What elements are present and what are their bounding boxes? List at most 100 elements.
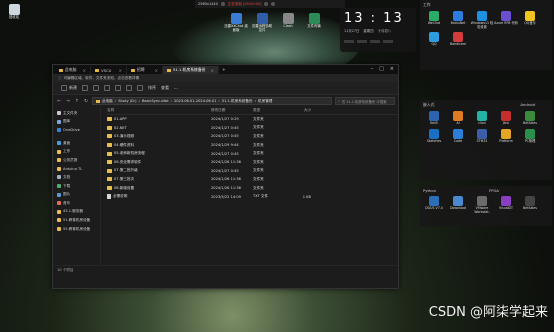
column-type[interactable]: 类型 [253, 108, 285, 113]
panel-item-betsales[interactable]: BetSales [518, 111, 542, 126]
sidebar-item-server[interactable]: 43.1.服务器 [53, 208, 100, 217]
info-icon: ⓘ [58, 75, 62, 80]
sidebar-item-desktop[interactable]: 桌面 [53, 139, 100, 148]
tab-this-pc[interactable]: 此电脑 × [55, 66, 91, 74]
folder-icon [107, 143, 112, 148]
table-row[interactable]: 02.NET 2024/1/27 0:45 文件夹 [107, 124, 398, 133]
share-icon[interactable] [126, 85, 132, 91]
panel-item-betsales-2[interactable]: BetSales [518, 196, 542, 214]
sidebar-item-lab1[interactable]: 51.教育机房设备 [53, 216, 100, 225]
panel-item-code[interactable]: Code [446, 128, 470, 144]
column-date[interactable]: 修改日期 [211, 108, 253, 113]
table-row[interactable]: 01.APP 2024/1/27 0:29 文件夹 [107, 115, 398, 124]
settings-icon[interactable] [271, 2, 276, 6]
sidebar-item-work[interactable]: 工作 [53, 147, 100, 156]
panel-item-clion[interactable]: clion [470, 111, 494, 126]
panel-item-baidunet[interactable]: BaiduNet [446, 11, 470, 29]
desktop-icon-recycle-bin[interactable]: 回收站 [2, 4, 26, 20]
panel-item-windows[interactable]: Windows11 轻松设置 [470, 11, 494, 29]
sidebar-item-pictures[interactable]: 图片 [53, 190, 100, 199]
address-bar[interactable]: 此电脑 › Study (D:) › BasicSync.disk › 2023.06… [92, 97, 332, 105]
table-row[interactable]: 06.安全需求软件 2024/1/26 11:36 文件夹 [107, 158, 398, 167]
panel-item-qqmusic[interactable]: QQ音乐 [518, 11, 542, 29]
sidebar-item-civil[interactable]: 公务员报 [53, 156, 100, 165]
panel-item-stm32[interactable]: STM32 [470, 128, 494, 144]
cut-icon[interactable] [82, 85, 88, 91]
table-row[interactable]: 07.第二批升级 2024/1/27 0:45 文件夹 [107, 167, 398, 176]
delete-icon[interactable] [137, 85, 143, 91]
desktop-icon-0[interactable]: 迅雷XXChat 桌面版 [224, 13, 248, 33]
close-icon[interactable]: × [119, 68, 122, 73]
rename-icon[interactable] [115, 85, 121, 91]
panel-item-ai[interactable]: AI [446, 111, 470, 126]
panel-item-jlink[interactable]: Jlink [494, 111, 518, 126]
panel-item-sketches[interactable]: Sketches [422, 128, 446, 144]
windows-icon [477, 11, 487, 21]
sidebar-item-documents[interactable]: 文档 [53, 173, 100, 182]
breadcrumb-1[interactable]: Study (D:) [118, 99, 136, 103]
close-icon[interactable]: × [155, 68, 158, 73]
search-input[interactable]: ⌕ 在 51.1.机房系统备份 中搜索 [335, 97, 395, 105]
panel-item-vmware[interactable]: VMware Workstat. [470, 196, 494, 214]
tab-vscx[interactable]: VSCX × [91, 66, 127, 74]
panel-item-qq[interactable]: QQ [422, 32, 446, 47]
sidebar-item-downloads[interactable]: 下载 [53, 182, 100, 191]
sidebar-item-onedrive[interactable]: OneDrive [53, 126, 100, 135]
panel-item-bandicam[interactable]: Bandicam [446, 32, 470, 47]
table-row[interactable]: 07.第三批次 2024/1/26 11:36 文件夹 [107, 175, 398, 184]
chat-icon [230, 13, 242, 24]
breadcrumb-4[interactable]: 51.1.机房系统备份 [222, 99, 253, 104]
column-name[interactable]: 名称 [107, 108, 211, 113]
camera-icon[interactable] [264, 2, 269, 6]
sidebar-item-arduino[interactable]: Arduino TL [53, 165, 100, 174]
panel-item-keil[interactable]: Keil5 [422, 111, 446, 126]
table-row[interactable]: 必需说明 2023/5/22 14:09 TXT 文件 1 KB [107, 192, 398, 201]
panel-item-wechat[interactable]: WeChat [422, 11, 446, 29]
new-button[interactable]: 新建 [61, 85, 77, 91]
table-row[interactable]: 04.硬件资料 2024/1/29 9:44 文件夹 [107, 141, 398, 150]
panel-item-dgus[interactable]: DGUS V7.4 [422, 196, 446, 214]
up-arrow-icon[interactable]: ↑ [74, 99, 80, 104]
maximize-button[interactable]: □ [379, 66, 384, 72]
table-row[interactable]: 03.演示视频 2024/1/27 0:45 文件夹 [107, 132, 398, 141]
close-icon[interactable]: × [211, 68, 214, 73]
sidebar-item-music[interactable]: 音乐 [53, 199, 100, 208]
back-arrow-icon[interactable]: ← [56, 99, 62, 104]
panel-item-azure[interactable]: Azure RFB 代码 [494, 11, 518, 29]
sidebar-item-gallery[interactable]: 图库 [53, 118, 100, 127]
tab-recruit[interactable]: 招聘 × [127, 66, 163, 74]
minimize-button[interactable]: – [371, 66, 374, 72]
desktop-icon-2[interactable]: Clash [276, 13, 300, 29]
table-row[interactable]: 05.老师新机房流程 2024/1/27 0:45 文件夹 [107, 149, 398, 158]
paste-icon[interactable] [104, 85, 110, 91]
desktop-icon-1[interactable]: 迅雷远程协助 控件 [250, 13, 274, 33]
copy-icon[interactable] [93, 85, 99, 91]
panel-item-download[interactable]: Download [446, 196, 470, 214]
panel-item-pcmgr[interactable]: PC管理 [518, 128, 542, 144]
panel-item-visualdt[interactable]: VisualDT [494, 196, 518, 214]
close-icon[interactable]: × [83, 68, 86, 73]
watermark: CSDN @阿柒学起来 [428, 305, 548, 320]
table-row[interactable]: 08.新增设置 2024/1/26 11:36 文件夹 [107, 184, 398, 193]
clash-icon [282, 13, 294, 24]
sort-button[interactable]: 排序 [148, 85, 156, 91]
new-tab-button[interactable]: + [219, 68, 229, 74]
sidebar-item-home[interactable]: 主文件夹 [53, 109, 100, 118]
file-size: 1 KB [302, 194, 311, 199]
tab-backup[interactable]: 51.1.机房系统备份 × [163, 66, 219, 74]
more-button[interactable]: ··· [174, 86, 178, 91]
view-button[interactable]: 查看 [161, 85, 169, 91]
close-window-button[interactable]: × [390, 66, 394, 72]
breadcrumb-2[interactable]: BasicSync.disk [142, 99, 169, 103]
column-size[interactable]: 大小 [285, 108, 311, 113]
breadcrumb-3[interactable]: 2023.06.01-2024.06.01 [174, 99, 216, 103]
file-type: 文件夹 [253, 168, 264, 173]
breadcrumb-0[interactable]: 此电脑 [102, 99, 113, 104]
breadcrumb-5[interactable]: 机房管理 [258, 99, 272, 104]
record-icon[interactable] [220, 2, 225, 6]
refresh-icon[interactable]: ↻ [83, 99, 89, 104]
panel-item-platform[interactable]: Platform [494, 128, 518, 144]
sidebar-item-lab2[interactable]: 55.教育机房设备 [53, 225, 100, 234]
desktop-icon-3[interactable]: 文件传输 [302, 13, 326, 29]
forward-arrow-icon[interactable]: → [65, 99, 71, 104]
